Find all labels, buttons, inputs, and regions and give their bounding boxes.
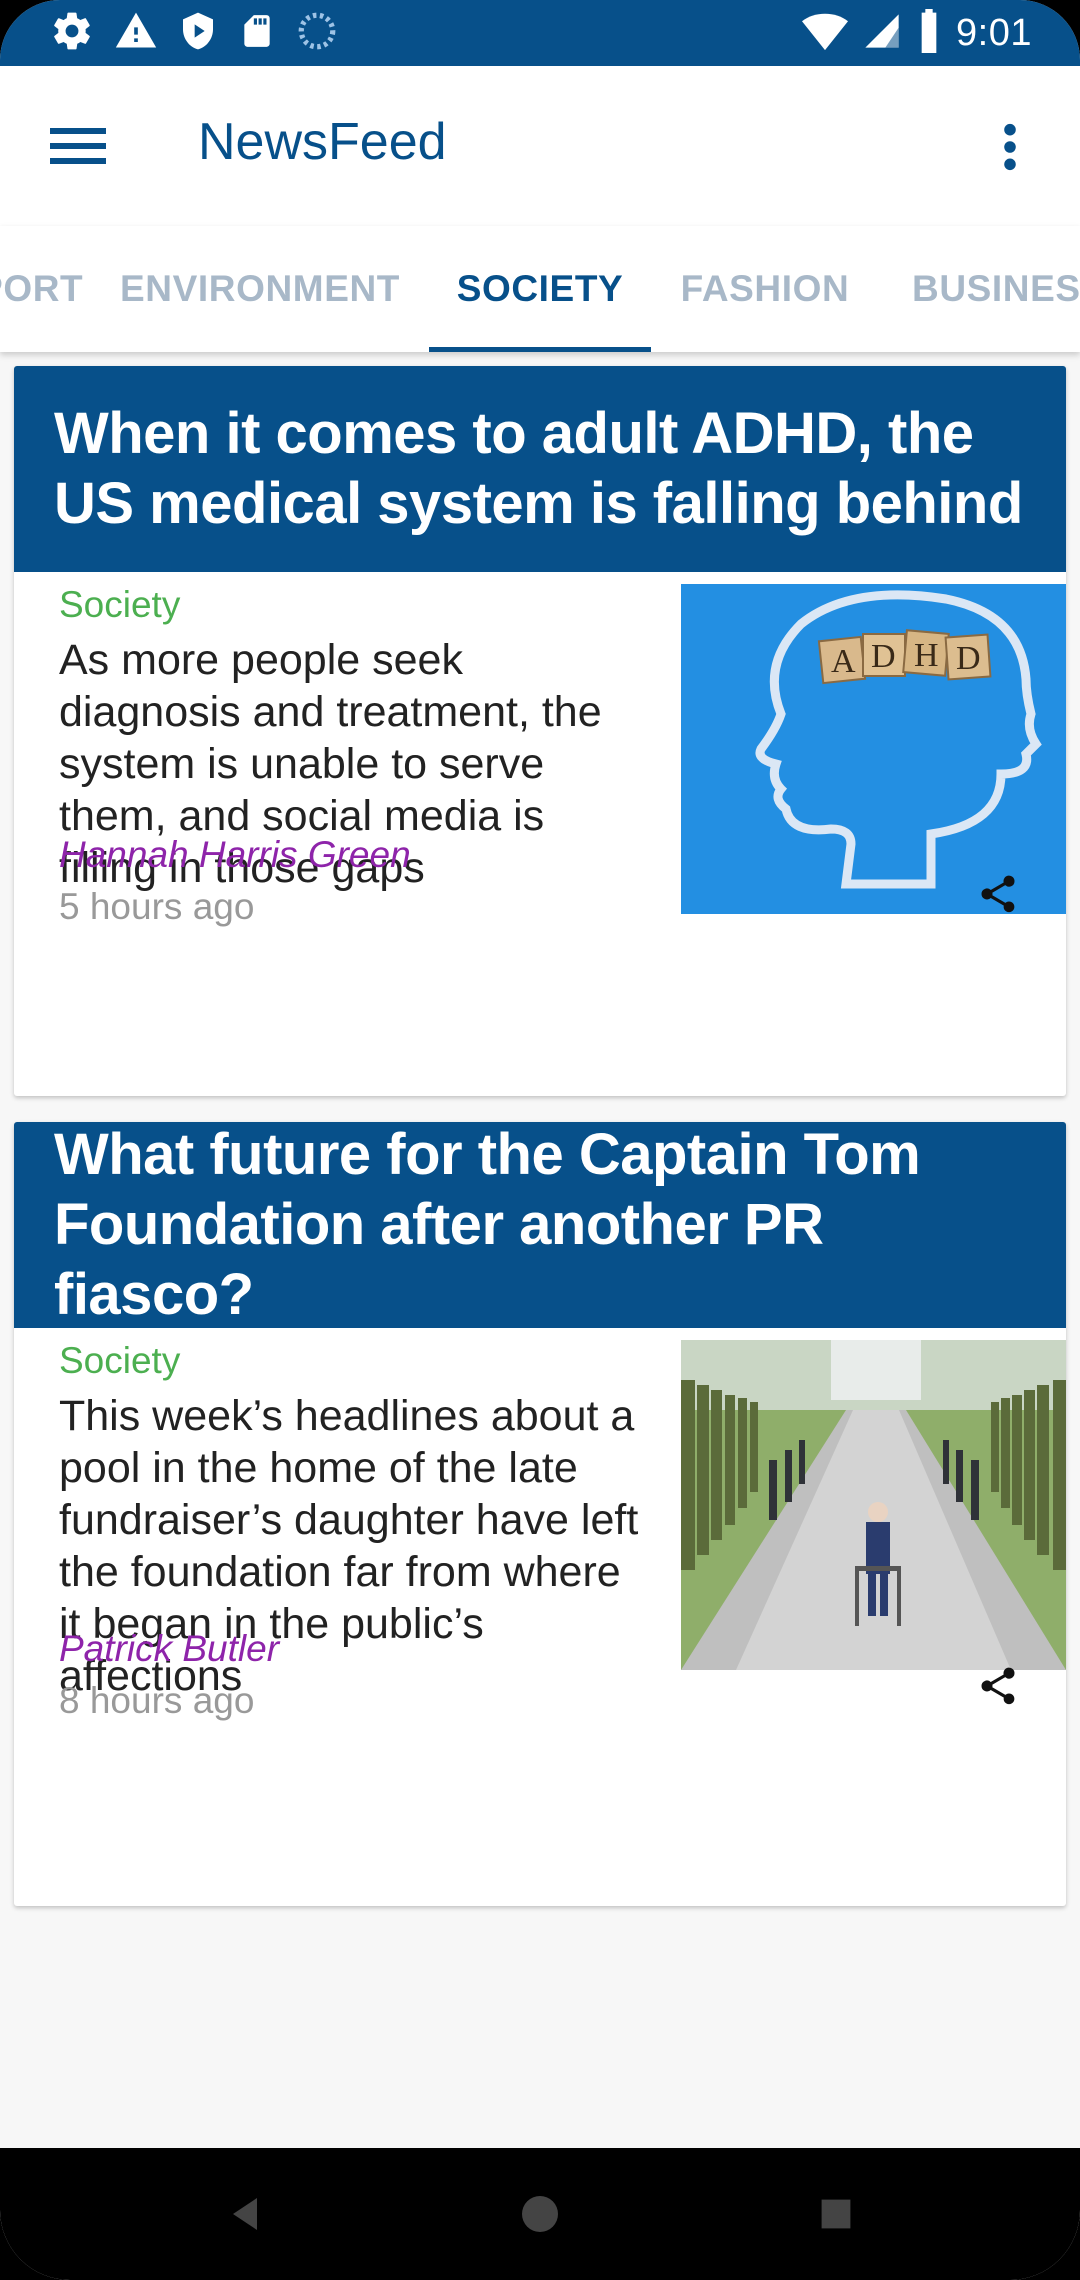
article-time: 8 hours ago xyxy=(59,1680,255,1721)
sd-card-icon xyxy=(238,9,276,57)
status-time: 9:01 xyxy=(956,11,1032,54)
article-author: Hannah Harris Green xyxy=(59,834,411,875)
tab-indicator xyxy=(429,347,651,352)
article-body: Society This week’s headlines about a po… xyxy=(14,1328,1066,1906)
status-right-icons: 9:01 xyxy=(802,8,1032,58)
cellular-icon xyxy=(862,11,902,55)
tab-sport[interactable]: SPORT xyxy=(0,226,98,352)
app-bar: NewsFeed xyxy=(0,66,1080,226)
status-left-icons xyxy=(50,10,338,56)
adhd-blocks: A D H D xyxy=(817,629,992,685)
hamburger-menu-icon[interactable] xyxy=(48,116,108,176)
share-icon[interactable] xyxy=(968,864,1028,924)
wifi-icon xyxy=(802,11,849,55)
back-icon[interactable] xyxy=(215,2184,275,2244)
loading-icon xyxy=(296,10,338,56)
recents-icon[interactable] xyxy=(806,2184,866,2244)
article-card[interactable]: What future for the Captain Tom Foundati… xyxy=(14,1122,1066,1906)
article-time: 5 hours ago xyxy=(59,886,255,927)
tab-society[interactable]: SOCIETY xyxy=(429,226,651,352)
article-title: When it comes to adult ADHD, the US medi… xyxy=(54,401,1023,536)
article-title: What future for the Captain Tom Foundati… xyxy=(54,1122,921,1327)
tab-label: SPORT xyxy=(0,268,84,309)
system-nav-bar xyxy=(0,2148,1080,2280)
app-title: NewsFeed xyxy=(198,113,447,171)
battery-icon xyxy=(916,9,942,57)
article-body: Society As more people seek diagnosis an… xyxy=(14,572,1066,1096)
warning-icon xyxy=(114,9,158,57)
tab-fashion[interactable]: FASHION xyxy=(665,226,865,352)
category-tabs: SPORT ENVIRONMENT SOCIETY FASHION BUSINE… xyxy=(0,226,1080,352)
article-header: When it comes to adult ADHD, the US medi… xyxy=(14,366,1066,572)
tab-label: SOCIETY xyxy=(456,268,624,309)
block-letter-a: A xyxy=(831,643,856,680)
status-bar: 9:01 xyxy=(0,0,1080,66)
news-feed: When it comes to adult ADHD, the US medi… xyxy=(0,352,1080,2148)
article-section: Society xyxy=(59,1340,181,1381)
tab-environment[interactable]: ENVIRONMENT xyxy=(90,226,430,352)
tab-label: BUSINESS xyxy=(912,268,1080,309)
article-author: Patrick Butler xyxy=(59,1628,280,1669)
share-icon[interactable] xyxy=(968,1656,1028,1716)
article-image[interactable] xyxy=(681,1340,1066,1670)
tab-business[interactable]: BUSINESS xyxy=(912,226,1080,352)
more-vert-icon[interactable] xyxy=(980,112,1040,182)
tab-label: ENVIRONMENT xyxy=(120,268,400,309)
block-letter-d: D xyxy=(956,640,981,677)
block-letter-d: D xyxy=(871,638,896,675)
home-icon[interactable] xyxy=(510,2184,570,2244)
shield-play-icon xyxy=(178,9,218,57)
article-header: What future for the Captain Tom Foundati… xyxy=(14,1122,1066,1328)
screen: 9:01 NewsFeed SPORT ENVIRONMENT SOCIETY … xyxy=(0,0,1080,2280)
article-section: Society xyxy=(59,584,181,625)
article-card[interactable]: When it comes to adult ADHD, the US medi… xyxy=(14,366,1066,1096)
tab-label: FASHION xyxy=(680,268,850,309)
settings-icon xyxy=(50,9,94,57)
block-letter-h: H xyxy=(914,637,939,674)
